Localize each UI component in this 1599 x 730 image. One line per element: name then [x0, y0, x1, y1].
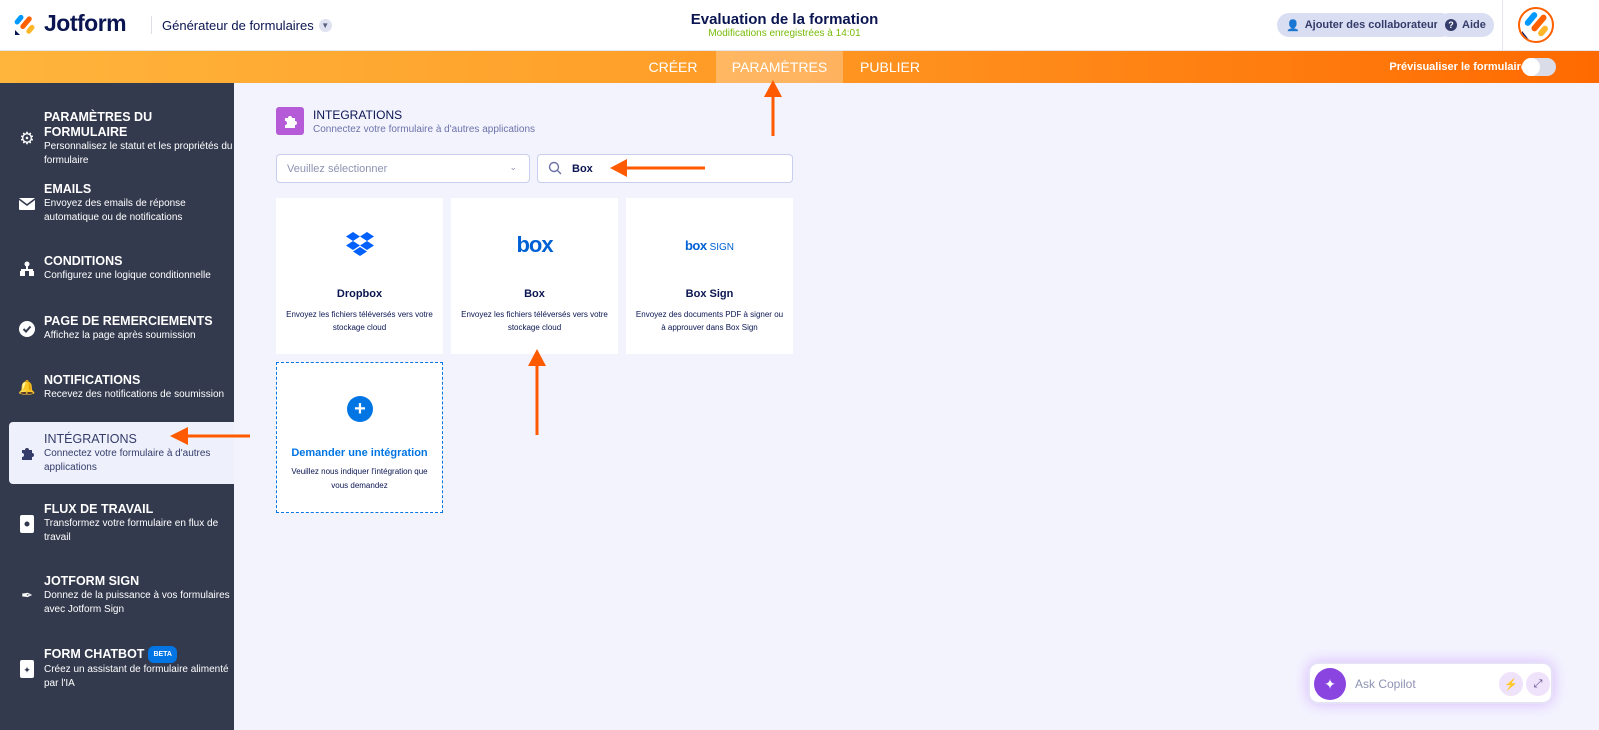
sidebar-item-workflows[interactable]: FLUX DE TRAVAIL Transformez votre formula…: [9, 502, 234, 545]
sidebar-item-thank-you[interactable]: PAGE DE REMERCIEMENTS Affichez la page ap…: [9, 314, 234, 343]
gear-icon: ⚙: [19, 129, 35, 148]
sparkle-icon: ✦: [1314, 668, 1346, 700]
envelope-icon: [19, 196, 35, 212]
top-header: Jotform Générateur de formulaires ▼ Evalu…: [0, 0, 1599, 51]
integration-card-dropbox[interactable]: Dropbox Envoyez les fichiers téléversés v…: [276, 198, 443, 354]
page-title: INTEGRATIONS: [313, 107, 403, 122]
avatar[interactable]: [1518, 7, 1554, 43]
help-icon: ?: [1445, 19, 1457, 31]
copilot-widget[interactable]: ✦ Ask Copilot ⚡ ⤢: [1308, 662, 1553, 704]
chatbot-icon: ✦: [19, 659, 35, 678]
lightning-icon[interactable]: ⚡: [1499, 672, 1523, 696]
integration-card-box[interactable]: box Box Envoyez les fichiers téléversés v…: [451, 198, 618, 354]
puzzle-icon: [19, 445, 35, 461]
hierarchy-icon: [19, 261, 35, 277]
divider: [1502, 0, 1503, 51]
bell-icon: 🔔: [18, 379, 36, 395]
user-icon: 👤: [1286, 19, 1300, 32]
integration-card-box-sign[interactable]: box SIGN Box Sign Envoyez des documents PD…: [626, 198, 793, 354]
category-select[interactable]: Veuillez sélectionner ⌄: [276, 154, 530, 183]
tab-publish[interactable]: PUBLIER: [843, 51, 937, 83]
expand-icon[interactable]: ⤢: [1526, 672, 1550, 696]
tab-create[interactable]: CRÉER: [630, 51, 716, 83]
dropbox-logo: [276, 232, 443, 258]
puzzle-icon: [276, 107, 304, 135]
box-sign-logo: box SIGN: [684, 238, 735, 253]
preview-toggle[interactable]: [1522, 58, 1556, 76]
copilot-input[interactable]: Ask Copilot: [1355, 677, 1416, 691]
annotation-arrows: [170, 80, 782, 445]
sidebar-item-conditions[interactable]: CONDITIONS Configurez une logique conditi…: [9, 254, 234, 283]
search-icon: [548, 161, 562, 178]
box-logo: box: [516, 232, 553, 257]
section-header: INTEGRATIONS Connectez votre formulaire à…: [276, 107, 535, 135]
page-subtitle: Connectez votre formulaire à d'autres ap…: [313, 123, 536, 135]
sidebar-item-integrations[interactable]: INTÉGRATIONS Connectez votre formulaire à…: [9, 422, 234, 484]
tab-settings[interactable]: PARAMÈTRES: [716, 51, 843, 83]
svg-text:✦: ✦: [23, 665, 31, 675]
workflow-icon: [19, 514, 35, 533]
sidebar-item-notifications[interactable]: 🔔 NOTIFICATIONS Recevez des notifications …: [9, 373, 234, 402]
help-button[interactable]: ? Aide: [1437, 13, 1494, 37]
pen-icon: ✒: [21, 587, 33, 603]
sidebar-item-form-chatbot[interactable]: ✦ FORM CHATBOT BETA Créez un assistant de f…: [9, 646, 234, 691]
sidebar: [0, 83, 234, 730]
sidebar-item-form-settings[interactable]: ⚙ PARAMÈTRES DU FORMULAIRE Personnalisez l…: [9, 110, 234, 168]
beta-badge: BETA: [148, 646, 177, 663]
plus-icon: +: [347, 396, 373, 422]
sidebar-item-emails[interactable]: EMAILS Envoyez des emails de réponse auto…: [9, 182, 234, 225]
check-circle-icon: [19, 320, 35, 337]
tab-bar: CRÉER PARAMÈTRES PUBLIER Prévisualiser l…: [0, 51, 1599, 83]
preview-label: Prévisualiser le formulaire: [1389, 61, 1527, 73]
add-collaborators-button[interactable]: 👤 Ajouter des collaborateurs: [1277, 13, 1454, 37]
chevron-down-icon: ⌄: [509, 162, 517, 172]
sidebar-item-jotform-sign[interactable]: ✒ JOTFORM SIGN Donnez de la puissance à vo…: [9, 574, 234, 617]
request-integration-card[interactable]: + Demander une intégration Veuillez nous…: [276, 362, 443, 513]
search-input[interactable]: Box: [537, 154, 793, 183]
